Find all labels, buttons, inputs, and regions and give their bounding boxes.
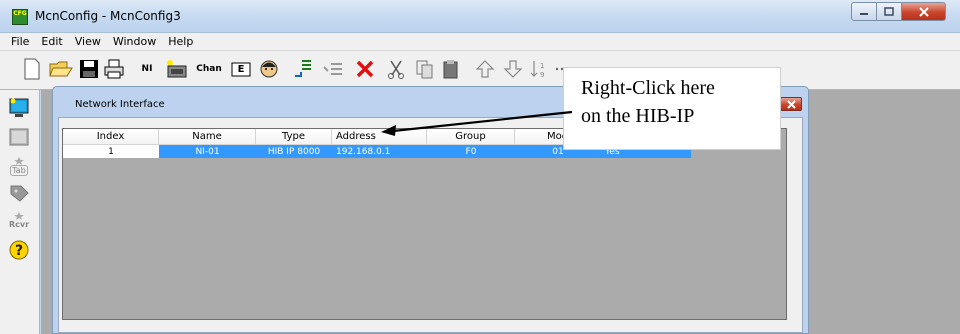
monitor-icon (9, 98, 29, 117)
arrow-down-icon (503, 60, 523, 78)
column-group[interactable]: Group (427, 129, 515, 145)
user-face-icon (260, 60, 278, 78)
menu-help[interactable]: Help (162, 33, 199, 50)
left-toolbar: Tab Rcvr ? (0, 90, 40, 334)
app-icon-text: CFG (13, 10, 27, 17)
new-channel-button[interactable]: Chan (194, 55, 224, 83)
open-button[interactable] (48, 55, 74, 83)
svg-text:1: 1 (540, 62, 544, 70)
copy-icon (416, 60, 433, 79)
title-bar[interactable]: CFG McnConfig - McnConfig3 (0, 0, 960, 33)
column-address[interactable]: Address (332, 129, 427, 145)
close-button[interactable] (902, 2, 946, 21)
window-controls (851, 2, 946, 22)
print-button[interactable] (101, 55, 127, 83)
paste-icon (443, 60, 458, 79)
delete-button[interactable] (352, 55, 378, 83)
minimize-button[interactable] (851, 2, 877, 21)
sort-button[interactable]: 19 (526, 55, 552, 83)
svg-text:9: 9 (540, 71, 544, 79)
tab-star-icon (14, 156, 24, 165)
receiver-button[interactable]: Rcvr (7, 208, 31, 232)
child-window-title: Network Interface (75, 99, 165, 110)
network-interface-list[interactable]: Index Name Type Address Group Mod 1 NI-0… (62, 128, 787, 320)
cell-index: 1 (63, 145, 159, 158)
tab-label: Tab (10, 164, 28, 176)
menu-window[interactable]: Window (107, 33, 162, 50)
cell-type: HIB IP 8000 (256, 145, 332, 158)
new-file-icon (24, 58, 40, 80)
menu-bar: File Edit View Window Help (0, 33, 960, 50)
column-index[interactable]: Index (63, 129, 159, 145)
delete-x-icon (356, 60, 374, 78)
close-icon (918, 6, 929, 17)
menu-file[interactable]: File (5, 33, 35, 50)
insert-list-icon (295, 60, 311, 77)
monitor-button[interactable] (7, 96, 31, 120)
annotation-line-2: on the HIB-IP (581, 105, 695, 127)
new-e-label: E (237, 63, 245, 75)
user-button[interactable] (256, 55, 282, 83)
paste-button[interactable] (438, 55, 464, 83)
new-ni-label: NI (141, 64, 153, 74)
display-icon (9, 128, 29, 146)
floppy-disk-icon (80, 60, 98, 78)
new-e-button[interactable]: E (228, 55, 254, 83)
display-button[interactable] (7, 126, 31, 150)
app-icon[interactable]: CFG (12, 9, 28, 25)
save-button[interactable] (76, 55, 102, 83)
move-down-button[interactable] (500, 55, 526, 83)
new-channel-label: Chan (196, 64, 222, 74)
move-up-button[interactable] (472, 55, 498, 83)
window-title: McnConfig - McnConfig3 (35, 9, 181, 23)
close-icon (786, 99, 796, 109)
receiver-label: Rcvr (8, 219, 30, 229)
cell-group: F0 (427, 145, 515, 158)
minimize-icon (860, 12, 868, 15)
tab-button[interactable]: Tab (7, 154, 31, 178)
new-device-button[interactable] (164, 55, 190, 83)
column-name[interactable]: Name (159, 129, 256, 145)
printer-icon (104, 59, 124, 79)
column-type[interactable]: Type (256, 129, 332, 145)
new-file-button[interactable] (19, 55, 45, 83)
menu-edit[interactable]: Edit (35, 33, 68, 50)
maximize-icon (884, 7, 894, 16)
arrow-up-icon (475, 60, 495, 78)
copy-button[interactable] (412, 55, 438, 83)
cut-button[interactable] (383, 55, 409, 83)
device-icon (167, 60, 187, 78)
tag-button[interactable] (7, 182, 31, 206)
cell-address: 192.168.0.1 (332, 145, 427, 158)
insert-item-button[interactable] (290, 55, 316, 83)
svg-text:?: ? (15, 243, 23, 259)
help-question-icon: ? (9, 240, 29, 260)
tag-icon (10, 185, 29, 202)
sub-list-icon (323, 63, 342, 75)
help-button[interactable]: ? (7, 238, 31, 262)
sort-icon: 19 (530, 61, 544, 79)
folder-open-icon (49, 61, 73, 77)
toolbar: NI Chan E 19 (0, 50, 960, 90)
receiver-star-icon (14, 211, 24, 220)
menu-view[interactable]: View (69, 33, 107, 50)
maximize-button[interactable] (877, 2, 902, 21)
cell-name: NI-01 (159, 145, 256, 158)
annotation-callout: Right-Click here on the HIB-IP (563, 67, 781, 150)
annotation-line-1: Right-Click here (581, 77, 715, 99)
scissors-icon (388, 60, 404, 79)
new-ni-button[interactable]: NI (134, 55, 160, 83)
insert-sub-button[interactable] (320, 55, 346, 83)
child-close-button[interactable] (780, 97, 802, 111)
